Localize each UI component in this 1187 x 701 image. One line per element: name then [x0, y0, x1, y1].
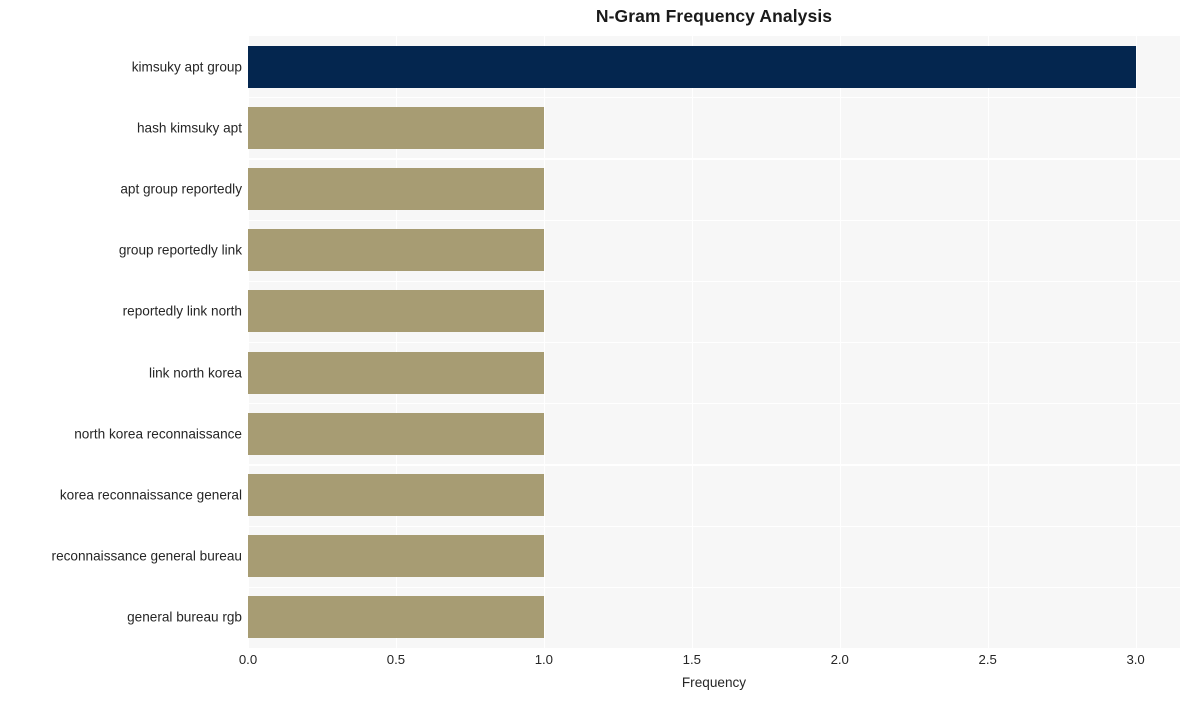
bar[interactable] — [248, 351, 544, 394]
y-gridline — [248, 342, 1180, 344]
y-gridline — [248, 464, 1180, 466]
bar[interactable] — [248, 45, 1136, 88]
y-axis-tick-label: reportedly link north — [122, 303, 242, 319]
bar[interactable] — [248, 168, 544, 210]
chart-title: N-Gram Frequency Analysis — [595, 6, 833, 26]
x-axis-tick-label: 0.0 — [238, 652, 258, 667]
bar[interactable] — [248, 596, 544, 639]
x-axis-tick-label: 2.0 — [830, 652, 849, 667]
y-axis-tick-label: hash kimsuky apt — [136, 120, 242, 136]
bar[interactable] — [248, 229, 544, 272]
y-axis-tick-label: north korea reconnaissance — [74, 426, 242, 442]
y-axis-tick-label: korea reconnaissance general — [59, 487, 242, 503]
y-axis-tick-label: link north korea — [149, 365, 242, 381]
bar[interactable] — [248, 412, 544, 455]
y-axis-tick-label: group reportedly link — [118, 242, 242, 258]
x-axis-tick-label: 0.5 — [386, 652, 406, 667]
bar[interactable] — [248, 474, 544, 516]
bar[interactable] — [248, 290, 544, 333]
plot-area — [248, 36, 1180, 648]
y-gridline — [248, 158, 1180, 160]
y-gridline — [248, 525, 1180, 527]
bar[interactable] — [248, 106, 544, 149]
y-gridline — [248, 97, 1180, 99]
x-axis-tick-label: 3.0 — [1126, 652, 1145, 667]
y-gridline — [248, 586, 1180, 589]
x-axis-title: Frequency — [681, 675, 747, 690]
y-axis-tick-label: reconnaissance general bureau — [51, 548, 242, 564]
y-gridline — [248, 403, 1180, 405]
bar[interactable] — [248, 535, 544, 578]
x-axis-tick-labels: 0.0 0.5 1.0 1.5 2.0 2.5 3.0 — [0, 652, 1187, 674]
y-axis-tick-label: kimsuky apt group — [131, 59, 242, 75]
x-axis-tick-label: 1.5 — [682, 652, 701, 667]
y-axis-tick-label: general bureau rgb — [127, 609, 242, 625]
y-gridline — [248, 219, 1180, 221]
x-axis-tick-label: 2.5 — [978, 652, 997, 667]
y-axis-tick-labels: kimsuky apt group hash kimsuky apt apt gro… — [0, 36, 242, 648]
x-axis-tick-label: 1.0 — [534, 652, 554, 667]
y-gridline — [248, 280, 1180, 283]
chart-figure: N-Gram Frequency Analysis kimsuky apt gr… — [0, 0, 1187, 701]
y-axis-tick-label: apt group reportedly — [120, 181, 242, 197]
